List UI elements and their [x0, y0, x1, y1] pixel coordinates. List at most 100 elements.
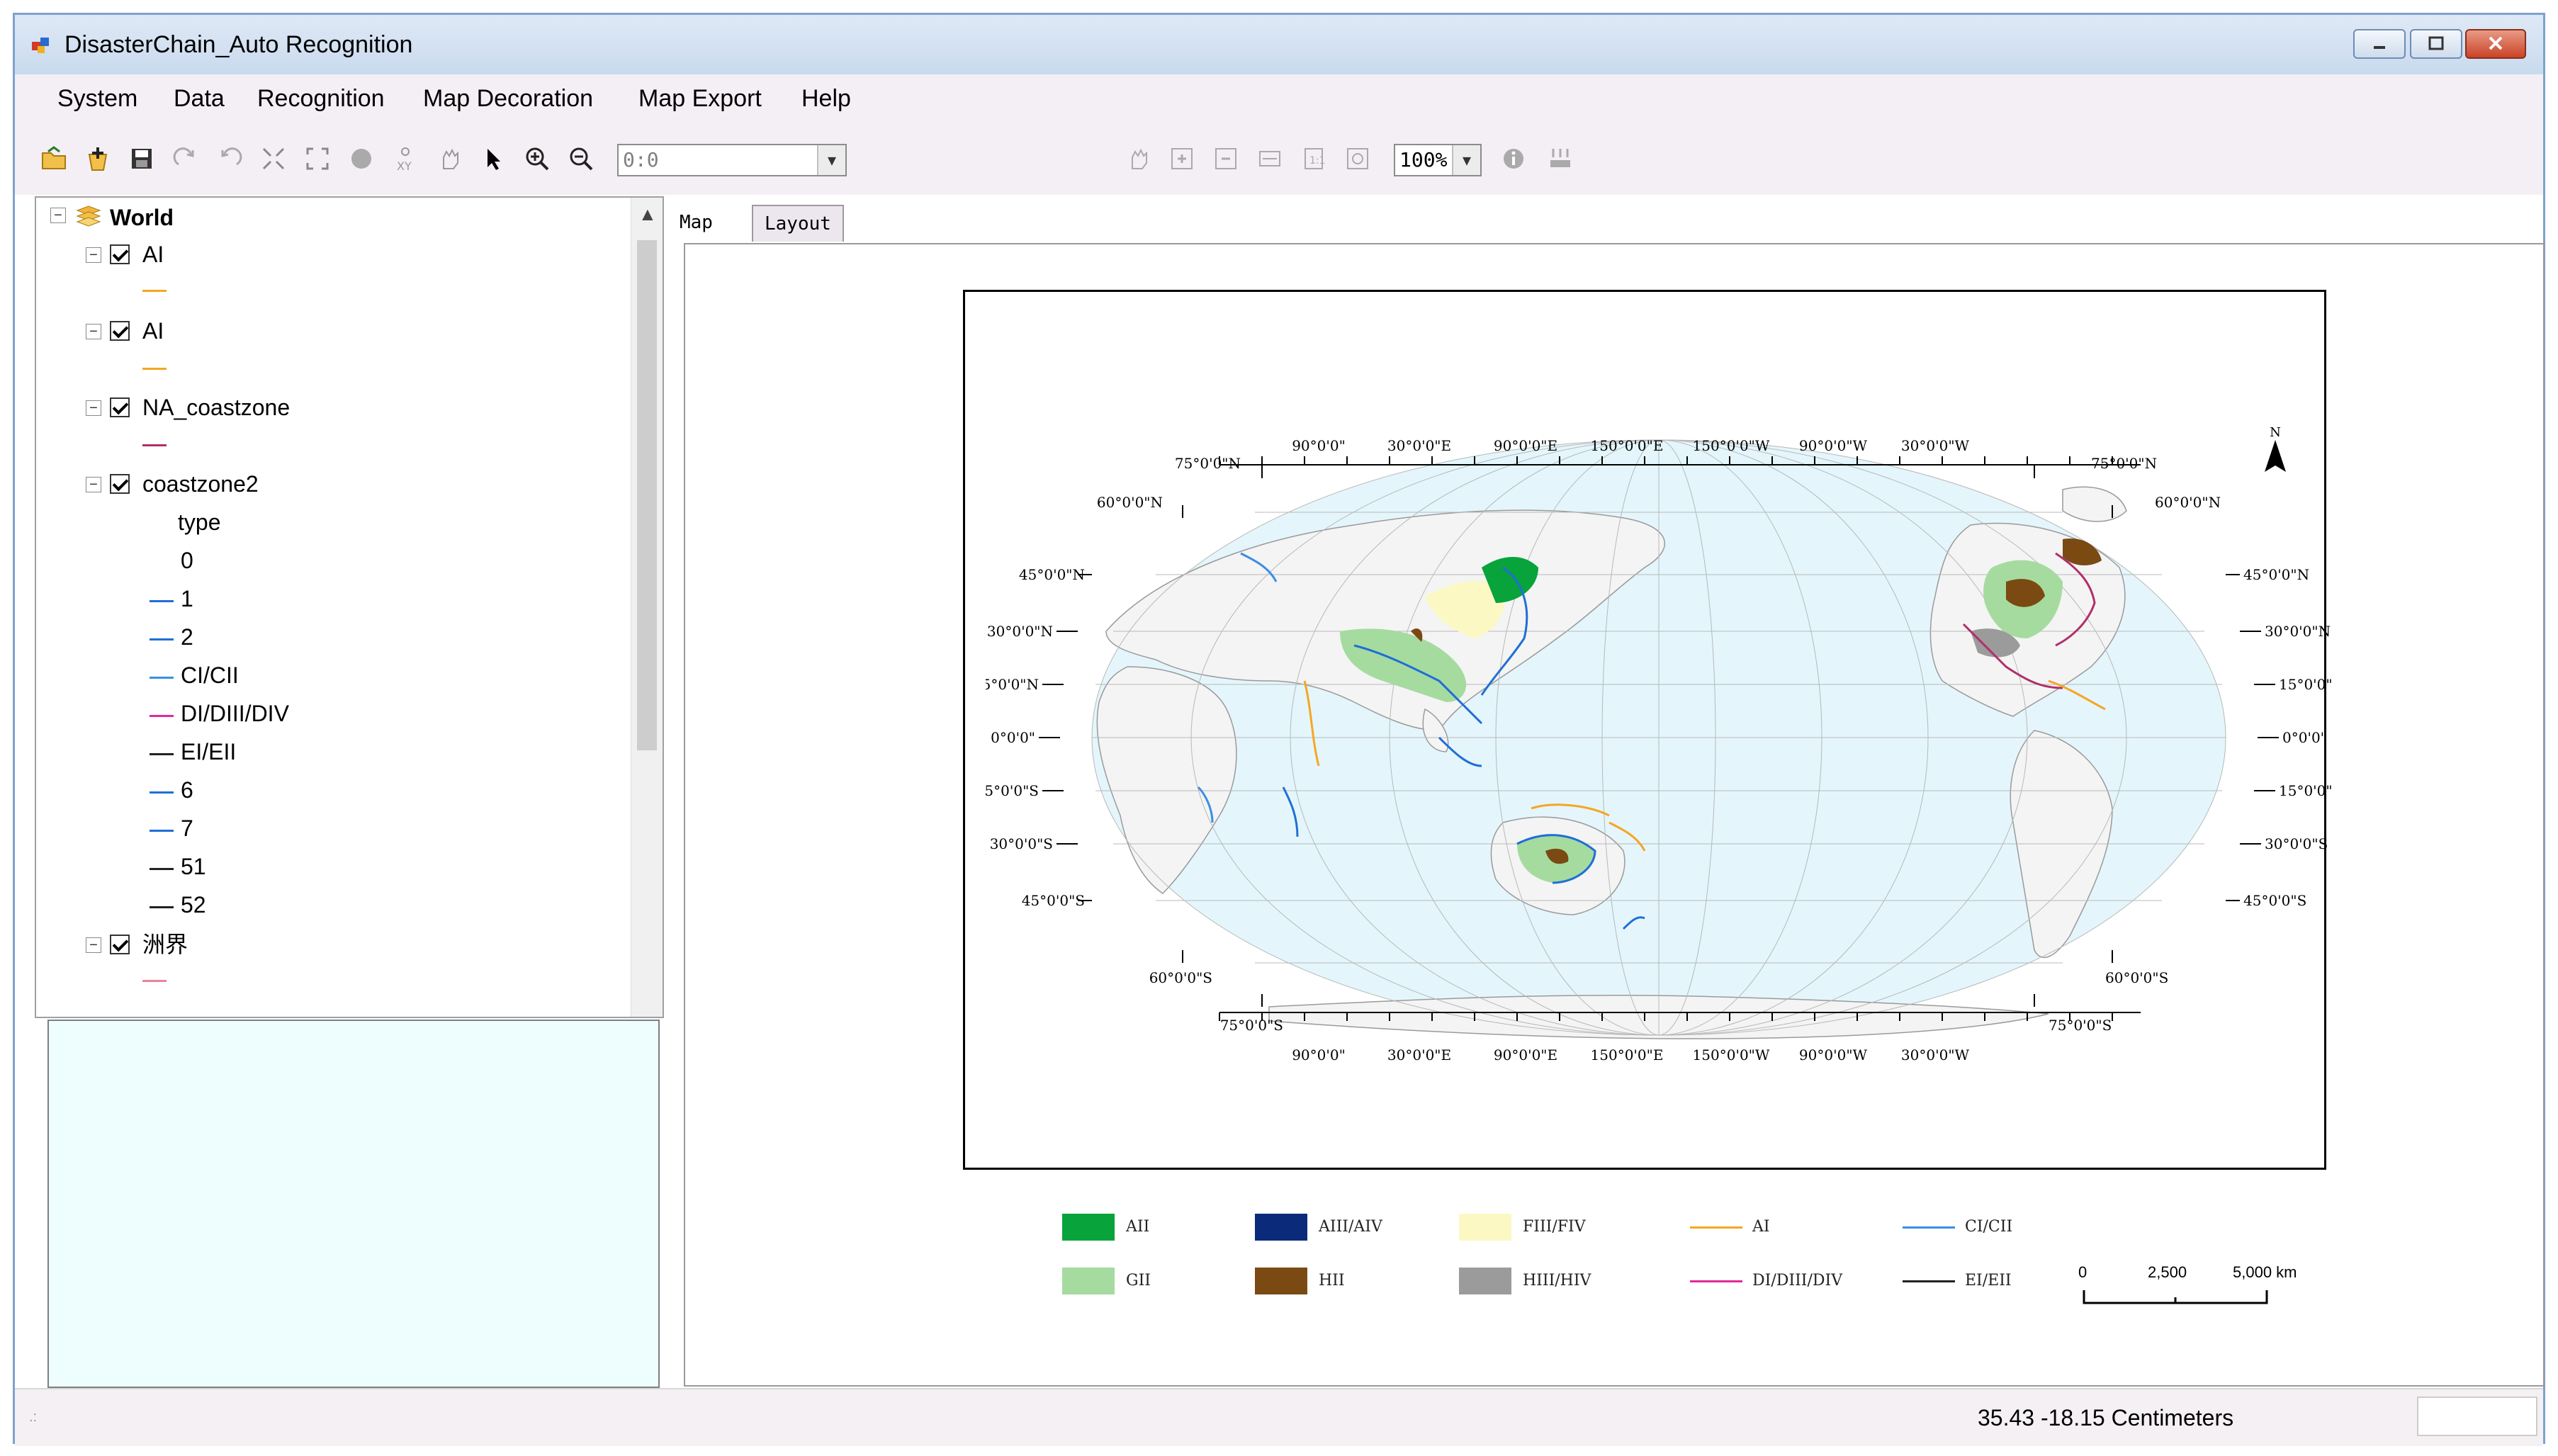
lon-label-top: 90°0'0"E — [1494, 437, 1557, 454]
chevron-down-icon[interactable]: ▼ — [1452, 145, 1480, 175]
tab-map[interactable]: Map — [668, 205, 724, 242]
fixed-zoom-icon[interactable] — [301, 142, 334, 175]
info-icon[interactable] — [1497, 142, 1530, 175]
minimize-icon — [2374, 46, 2385, 49]
overview-panel[interactable] — [47, 1020, 660, 1388]
toolbar: XY 0:0 ▼ 1:1 100% ▼ — [15, 124, 2543, 195]
lat-label-right: 75°0'0"N — [2091, 455, 2157, 472]
legend-swatch — [1255, 1268, 1307, 1294]
scroll-thumb[interactable] — [637, 240, 657, 750]
layer-symbol — [142, 444, 167, 446]
toc-scrollbar[interactable]: ▲ — [631, 198, 663, 1017]
full-extent-icon[interactable] — [257, 142, 290, 175]
lat-label-right: 60°0'0"S — [2105, 969, 2168, 986]
layout-page-icon[interactable]: 1:1 — [1297, 142, 1330, 175]
legend-label: AI — [1752, 1218, 1770, 1236]
lon-label-top: 30°0'0"W — [1901, 437, 1970, 454]
status-coordinates: 35.43 -18.15 Centimeters — [1978, 1405, 2234, 1430]
layer-checkbox[interactable] — [110, 397, 130, 417]
menu-help[interactable]: Help — [801, 84, 851, 113]
lat-label-right: 30°0'0"S — [2265, 835, 2328, 852]
close-button[interactable] — [2465, 29, 2526, 59]
collapse-toggle[interactable]: − — [50, 208, 66, 223]
class-label: DI/DIII/DIV — [181, 701, 289, 726]
collapse-toggle[interactable]: − — [86, 400, 101, 416]
legend-swatch — [1459, 1268, 1511, 1294]
layout-zoom-out-icon[interactable] — [1210, 142, 1242, 175]
maximize-icon — [2428, 36, 2444, 50]
pan-icon[interactable] — [433, 142, 466, 175]
layer-checkbox[interactable] — [110, 244, 130, 264]
zoom-value: 100% — [1399, 148, 1448, 171]
collapse-toggle[interactable]: − — [86, 937, 101, 953]
class-label: CI/CII — [181, 662, 239, 688]
open-folder-icon[interactable] — [38, 142, 70, 175]
toc-root-world[interactable]: World — [110, 203, 174, 232]
lat-label-right: 75°0'0"S — [2049, 1017, 2112, 1034]
table-of-contents[interactable]: ▲ − World − AI − AI − NA_coastzone − coa… — [35, 196, 664, 1018]
collapse-toggle[interactable]: − — [86, 247, 101, 263]
lon-label-bottom: 150°0'0"E — [1591, 1046, 1664, 1063]
save-icon[interactable] — [125, 142, 158, 175]
redo-icon[interactable] — [169, 142, 202, 175]
layer-na-coastzone[interactable]: NA_coastzone — [142, 393, 290, 422]
legend-label: HIII/HIV — [1523, 1272, 1591, 1289]
lat-label-left: 75°0'0"S — [1220, 1017, 1283, 1034]
collapse-toggle[interactable]: − — [86, 477, 101, 492]
tab-layout[interactable]: Layout — [752, 205, 844, 242]
lon-label-top: 90°0'0"W — [1799, 437, 1868, 454]
collapse-toggle[interactable]: − — [86, 324, 101, 339]
maximize-button[interactable] — [2410, 29, 2462, 59]
layer-continent-boundary[interactable]: 洲界 — [142, 930, 188, 959]
select-icon[interactable] — [477, 142, 509, 175]
scale-combo[interactable]: 0:0 ▼ — [617, 144, 847, 176]
zoom-combo[interactable]: 100% ▼ — [1394, 144, 1482, 176]
layout-zoom-in-icon[interactable] — [1166, 142, 1198, 175]
layout-whole-page-icon[interactable] — [1341, 142, 1374, 175]
resize-grip-icon[interactable]: .: — [29, 1409, 37, 1426]
legend-line — [1903, 1280, 1955, 1282]
title-bar[interactable]: DisasterChain_Auto Recognition — [15, 15, 2543, 74]
class-symbol — [150, 906, 174, 908]
svg-text:XY: XY — [397, 159, 412, 173]
zoom-in-icon[interactable] — [521, 142, 553, 175]
minimize-button[interactable] — [2353, 29, 2406, 59]
class-label: 7 — [181, 816, 193, 841]
menu-map-export[interactable]: Map Export — [638, 84, 762, 113]
layer-ai-1[interactable]: AI — [142, 240, 164, 269]
world-map[interactable]: N 90°0'0" 30°0'0"E 90°0'0"E 150°0'0"E 15… — [986, 397, 2332, 1113]
globe-icon[interactable] — [345, 142, 378, 175]
legend-label: GII — [1126, 1272, 1151, 1289]
class-symbol — [150, 868, 174, 870]
menu-system[interactable]: System — [57, 84, 137, 113]
layer-checkbox[interactable] — [110, 321, 130, 341]
menu-recognition[interactable]: Recognition — [257, 84, 385, 113]
lat-label-right: 60°0'0"N — [2155, 494, 2221, 511]
zoom-out-icon[interactable] — [565, 142, 597, 175]
legend-label: AIII/AIV — [1319, 1218, 1382, 1236]
legend-label: DI/DIII/DIV — [1752, 1272, 1843, 1289]
layer-checkbox[interactable] — [110, 935, 130, 954]
scale-label: 2,500 — [2148, 1263, 2187, 1281]
chevron-down-icon[interactable]: ▼ — [817, 145, 845, 175]
layout-fixed-zoom-icon[interactable] — [1253, 142, 1286, 175]
layout-tools-icon[interactable] — [1544, 142, 1577, 175]
layer-coastzone2[interactable]: coastzone2 — [142, 470, 259, 498]
menu-map-decoration[interactable]: Map Decoration — [423, 84, 593, 113]
lat-label-right: 30°0'0"N — [2265, 623, 2331, 640]
layers-icon — [76, 205, 101, 227]
legend-label: HII — [1319, 1272, 1345, 1289]
menu-bar: System Data Recognition Map Decoration M… — [15, 74, 2543, 124]
layer-checkbox[interactable] — [110, 474, 130, 494]
lon-label-bottom: 30°0'0"W — [1901, 1046, 1970, 1063]
undo-icon[interactable] — [213, 142, 246, 175]
xy-icon[interactable]: XY — [389, 142, 422, 175]
lon-label-bottom: 90°0'0"E — [1494, 1046, 1557, 1063]
lat-label-left: 15°0'0"S — [986, 782, 1039, 799]
add-data-icon[interactable] — [81, 142, 114, 175]
app-icon — [32, 38, 49, 53]
menu-data[interactable]: Data — [174, 84, 225, 113]
layout-pan-icon[interactable] — [1122, 142, 1154, 175]
chevron-up-icon[interactable]: ▲ — [638, 203, 657, 225]
layer-ai-2[interactable]: AI — [142, 317, 164, 345]
